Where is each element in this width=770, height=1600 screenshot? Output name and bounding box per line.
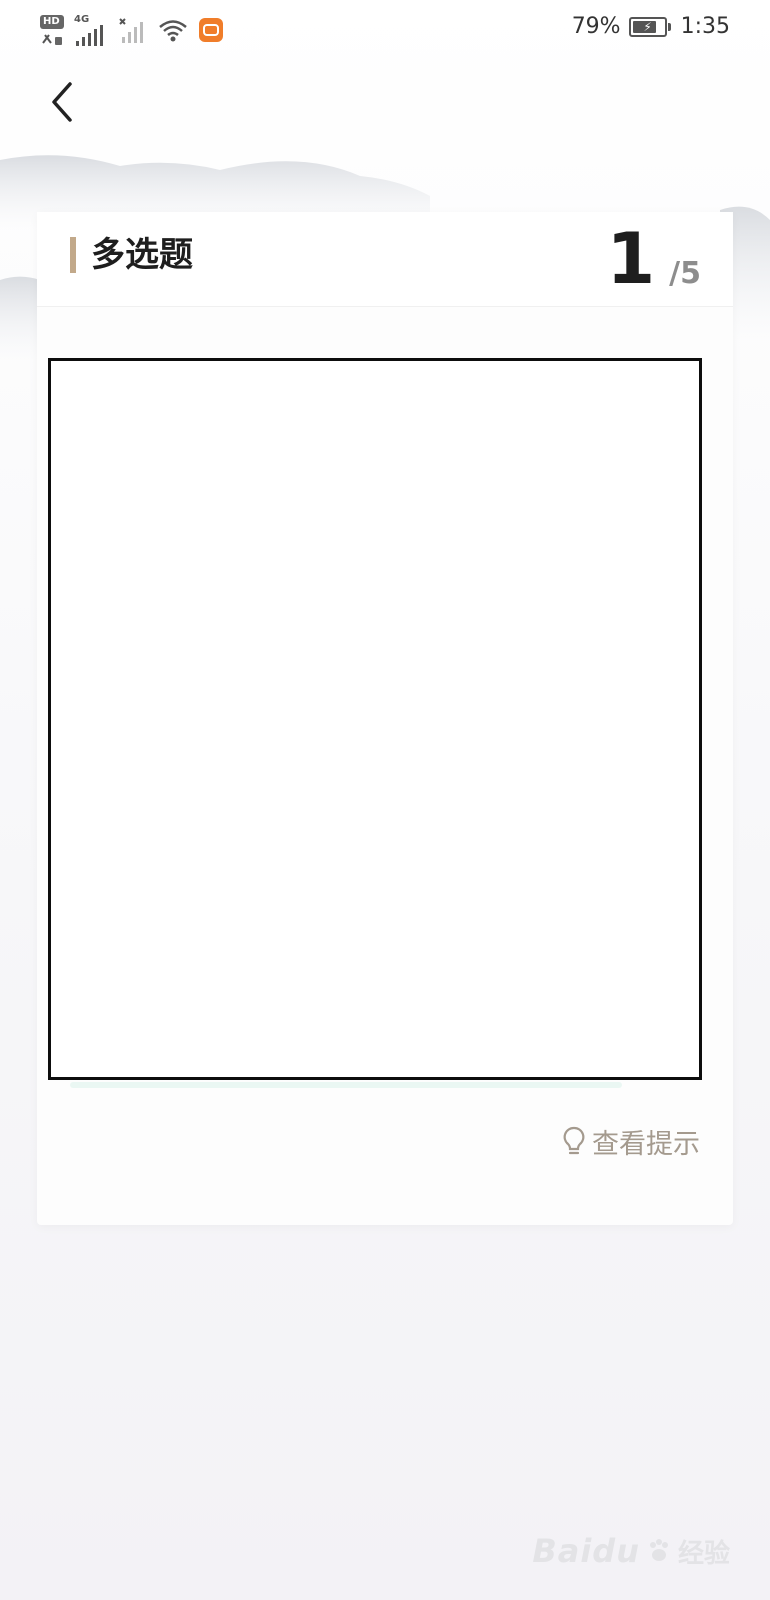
back-button[interactable] (38, 74, 86, 130)
view-hint-button[interactable]: 查看提示 (562, 1122, 700, 1161)
total-question-count: /5 (669, 256, 701, 291)
card-header: 多选题 1 /5 (37, 212, 733, 307)
chevron-left-icon (52, 82, 72, 122)
hd-badge: HD (40, 14, 64, 29)
question-progress: 1 /5 (606, 212, 701, 306)
signal-2-icon (119, 18, 143, 43)
network-type-label: 4G (74, 13, 90, 25)
lightbulb-icon (563, 1126, 585, 1154)
view-hint-label: 查看提示 (592, 1129, 700, 1160)
signal-icon (76, 24, 103, 46)
battery-percent: 79% (571, 14, 621, 39)
sim-status: HD (40, 14, 64, 46)
status-bar: HD 4G 79% ⚡ 1:35 (0, 0, 770, 60)
charging-icon: ⚡ (643, 19, 652, 34)
status-bar-left: HD 4G (40, 8, 224, 52)
baidu-watermark: Baidu 经验 (532, 1532, 730, 1570)
app-notification-icon (199, 18, 223, 42)
battery-icon: ⚡ (628, 16, 671, 37)
wifi-icon (159, 20, 187, 42)
watermark-sub: 经验 (677, 1538, 730, 1569)
question-underline (70, 1082, 622, 1088)
call-disabled-icon (42, 33, 62, 45)
accent-bar (70, 237, 76, 273)
paw-icon (649, 1539, 668, 1561)
watermark-brand: Baidu (532, 1532, 640, 1570)
question-type-label: 多选题 (91, 235, 193, 275)
current-question-number: 1 (606, 218, 656, 300)
status-bar-right: 79% ⚡ 1:35 (572, 14, 730, 39)
clock: 1:35 (680, 14, 730, 39)
question-content-box (48, 358, 702, 1080)
question-card: 多选题 1 /5 查看提示 (37, 212, 733, 1225)
cell-signal-group: 4G (74, 14, 108, 47)
